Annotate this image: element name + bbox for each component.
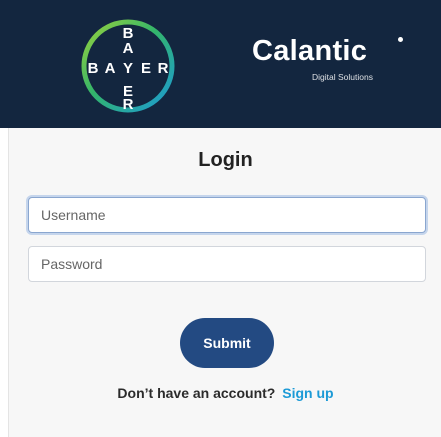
bayer-letter-h1: B bbox=[88, 60, 99, 77]
bayer-letter-v5: R bbox=[123, 96, 134, 113]
signup-link[interactable]: Sign up bbox=[282, 385, 333, 401]
bayer-logo: B A E R B A Y E R bbox=[81, 19, 175, 113]
bayer-letter-v2: A bbox=[123, 40, 134, 57]
signup-prompt-text: Don’t have an account? bbox=[117, 385, 276, 401]
bayer-letter-center: Y bbox=[123, 60, 133, 77]
login-page: B A E R B A Y E R Calantic Digital Solut… bbox=[0, 0, 441, 437]
bayer-letter-h5: R bbox=[158, 60, 169, 77]
partner-name: Calantic bbox=[252, 35, 368, 67]
password-input[interactable] bbox=[28, 246, 426, 282]
login-panel: Login Submit Don’t have an account? Sign… bbox=[8, 128, 441, 437]
registered-mark-icon bbox=[398, 37, 403, 42]
submit-button[interactable]: Submit bbox=[180, 318, 274, 368]
header-banner: B A E R B A Y E R Calantic Digital Solut… bbox=[0, 0, 441, 128]
signup-prompt-row: Don’t have an account? Sign up bbox=[9, 385, 441, 401]
login-title: Login bbox=[198, 149, 253, 171]
partner-tagline: Digital Solutions bbox=[312, 72, 373, 82]
bayer-letter-h4: E bbox=[141, 60, 151, 77]
bayer-letter-h2: A bbox=[105, 60, 116, 77]
calantic-logo: Calantic Digital Solutions bbox=[252, 34, 412, 94]
username-input[interactable] bbox=[28, 197, 426, 233]
